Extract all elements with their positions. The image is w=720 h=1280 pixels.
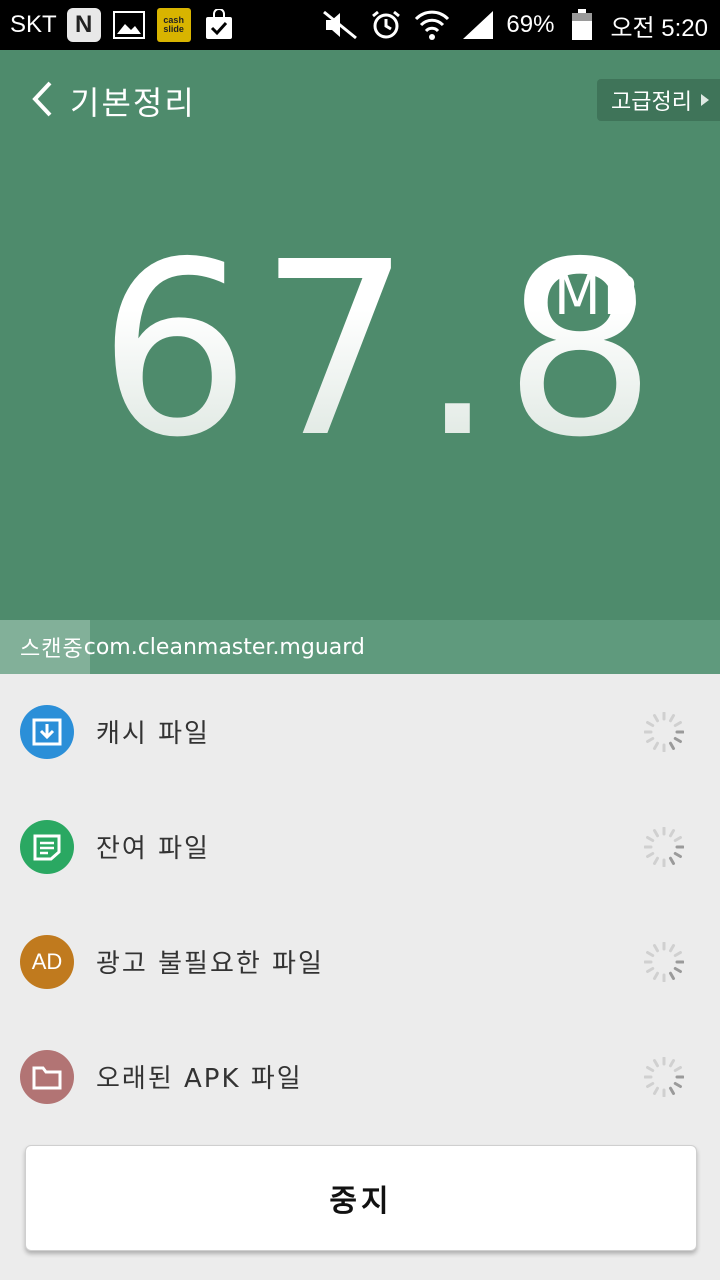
cashslide-icon: cash slide bbox=[156, 8, 191, 42]
list-item-ad-files[interactable]: AD 광고 불필요한 파일 bbox=[0, 904, 720, 1019]
document-icon bbox=[20, 819, 74, 874]
battery-percent: 69% bbox=[506, 11, 555, 38]
n-notification-icon: N bbox=[66, 8, 101, 42]
triangle-right-icon bbox=[700, 88, 710, 113]
list-item-label: 오래된 APK 파일 bbox=[96, 1064, 303, 1094]
junk-size-unit: MB bbox=[554, 264, 642, 327]
loading-spinner-icon bbox=[644, 942, 684, 982]
list-item-label: 잔여 파일 bbox=[96, 834, 210, 864]
list-item-residual-files[interactable]: 잔여 파일 bbox=[0, 789, 720, 904]
junk-category-list: 캐시 파일 잔여 파일 AD 광고 불필요한 파일 오래된 APK 파일 bbox=[0, 674, 720, 1134]
advanced-clean-button[interactable]: 고급정리 bbox=[597, 79, 720, 121]
loading-spinner-icon bbox=[644, 827, 684, 867]
shopping-bag-check-icon bbox=[201, 8, 237, 42]
status-bar: SKT N cash slide 69% 오전 5:20 bbox=[0, 0, 720, 50]
folder-icon bbox=[20, 1049, 74, 1104]
scan-status-bar: 스캔중 com.cleanmaster.mguard bbox=[0, 620, 720, 674]
alarm-icon bbox=[368, 8, 404, 42]
scan-package-name: com.cleanmaster.mguard bbox=[83, 634, 365, 660]
chevron-left-icon bbox=[30, 80, 54, 122]
wifi-icon bbox=[414, 8, 450, 42]
list-item-old-apk-files[interactable]: 오래된 APK 파일 bbox=[0, 1019, 720, 1134]
page-title: 기본정리 bbox=[70, 84, 196, 122]
clock: 오전 5:20 bbox=[610, 14, 708, 42]
carrier-label: SKT bbox=[10, 11, 57, 38]
loading-spinner-icon bbox=[644, 712, 684, 752]
loading-spinner-icon bbox=[644, 1057, 684, 1097]
mute-icon bbox=[322, 8, 358, 42]
list-item-label: 광고 불필요한 파일 bbox=[96, 949, 324, 979]
scan-label: 스캔중 bbox=[20, 637, 84, 662]
battery-icon bbox=[564, 8, 600, 42]
signal-icon bbox=[460, 8, 496, 42]
back-button[interactable]: 기본정리 bbox=[30, 78, 196, 124]
header-panel: 기본정리 고급정리 67.8 MB bbox=[0, 50, 720, 620]
list-item-label: 캐시 파일 bbox=[96, 719, 210, 749]
list-item-cache-files[interactable]: 캐시 파일 bbox=[0, 674, 720, 789]
ad-icon: AD bbox=[20, 934, 74, 989]
stop-button[interactable]: 중지 bbox=[25, 1145, 697, 1251]
gallery-icon bbox=[111, 8, 147, 42]
download-box-icon bbox=[20, 704, 74, 759]
advanced-clean-label: 고급정리 bbox=[611, 90, 692, 115]
